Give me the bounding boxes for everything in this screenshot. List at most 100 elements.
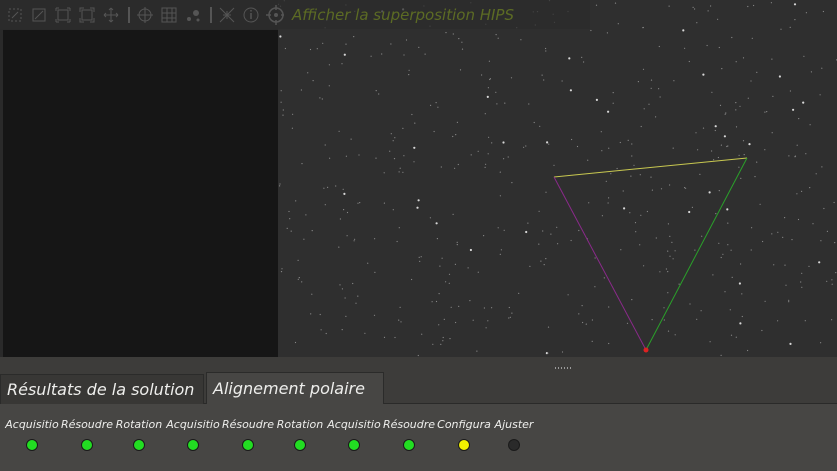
star-dot [717, 18, 719, 20]
star-dot [782, 236, 784, 238]
star-dot [485, 327, 487, 329]
star-dot [819, 94, 821, 96]
star-dot [667, 223, 669, 225]
star-dot [408, 74, 410, 76]
star-dot [633, 164, 635, 166]
star-dot [487, 320, 489, 322]
star-dot [279, 183, 281, 185]
star-dot [702, 73, 705, 76]
star-dot [424, 53, 426, 55]
star-dot [771, 132, 773, 134]
star-dot [612, 102, 614, 104]
star-dot [469, 248, 472, 252]
triangle-left-line [553, 176, 647, 351]
star-dot [286, 227, 288, 229]
star-dot [788, 301, 790, 303]
tab-solution-results[interactable]: Résultats de la solution [0, 374, 204, 404]
star-dot [491, 307, 493, 309]
star-dot [452, 33, 454, 35]
star-dot [810, 71, 813, 73]
stars-icon[interactable] [184, 6, 202, 24]
star-dot [642, 68, 645, 70]
star-dot [510, 77, 513, 79]
star-dot [417, 199, 420, 202]
star-dot [290, 230, 292, 232]
star-dot [756, 161, 758, 163]
star-dot [721, 68, 723, 70]
star-dot [801, 286, 803, 288]
star-dot [684, 47, 686, 49]
zoom-out-icon[interactable] [30, 6, 48, 24]
star-dot [724, 113, 726, 115]
star-dot [583, 61, 585, 63]
star-dot [712, 274, 714, 276]
star-dot [455, 321, 457, 324]
status-led-icon [26, 439, 38, 451]
star-dot [717, 156, 719, 159]
star-dot [346, 211, 349, 214]
star-dot [658, 88, 660, 90]
star-dot [487, 153, 489, 155]
star-dot [659, 96, 661, 98]
star-dot [689, 303, 691, 305]
grid-icon[interactable] [160, 6, 178, 24]
star-dot [834, 242, 836, 244]
star-dot [833, 201, 835, 204]
star-dot [578, 313, 580, 315]
star-dot [671, 241, 673, 243]
crosshair-icon[interactable] [136, 6, 154, 24]
star-dot [815, 173, 817, 175]
tab-polar-alignment[interactable]: Alignement polaire [206, 372, 384, 404]
star-dot [672, 147, 674, 149]
star-dot [297, 278, 299, 280]
star-dot [805, 12, 808, 14]
star-dot [461, 48, 464, 50]
star-dot [458, 38, 460, 40]
star-dot [789, 26, 791, 28]
star-field-image[interactable] [278, 0, 837, 357]
star-dot [511, 312, 513, 314]
star-dot [550, 233, 552, 235]
panel-splitter[interactable] [0, 357, 837, 372]
splitter-grip-icon[interactable] [555, 367, 573, 369]
hips-overlay-label[interactable]: Afficher la superposition HIPS [292, 6, 514, 24]
info-icon[interactable] [242, 6, 260, 24]
toolbar-separator [128, 6, 130, 23]
star-dot [329, 157, 331, 159]
star-dot [392, 140, 394, 142]
star-dot [643, 265, 645, 267]
star-dot [808, 265, 810, 267]
star-dot [378, 93, 380, 95]
star-dot [588, 202, 590, 204]
star-dot [439, 265, 441, 267]
star-dot [543, 264, 545, 266]
star-dot [622, 190, 624, 192]
star-dot [305, 214, 307, 216]
target-icon[interactable] [266, 4, 284, 25]
star-dot [788, 155, 790, 157]
star-dot [663, 307, 665, 309]
zoom-in-icon[interactable] [6, 6, 24, 24]
star-dot [764, 111, 766, 113]
star-dot [722, 253, 724, 255]
star-dot [442, 340, 444, 342]
star-dot [398, 227, 400, 229]
star-dot [699, 173, 701, 175]
star-dot [794, 155, 797, 157]
star-dot [357, 202, 359, 204]
eq-grid-icon[interactable] [218, 6, 236, 24]
image-viewer[interactable]: Afficher la superposition HIPS [0, 0, 837, 357]
star-dot [731, 36, 733, 39]
star-dot [345, 315, 347, 317]
star-dot [571, 138, 573, 141]
star-dot [818, 261, 821, 264]
star-dot [309, 48, 312, 51]
pan-icon[interactable] [102, 6, 120, 24]
star-dot [801, 272, 803, 274]
star-dot [338, 130, 340, 132]
star-dot [344, 297, 346, 299]
zoom-default-icon[interactable] [54, 6, 72, 24]
star-dot [358, 154, 360, 156]
star-dot [608, 342, 610, 345]
zoom-fit-icon[interactable] [78, 6, 96, 24]
